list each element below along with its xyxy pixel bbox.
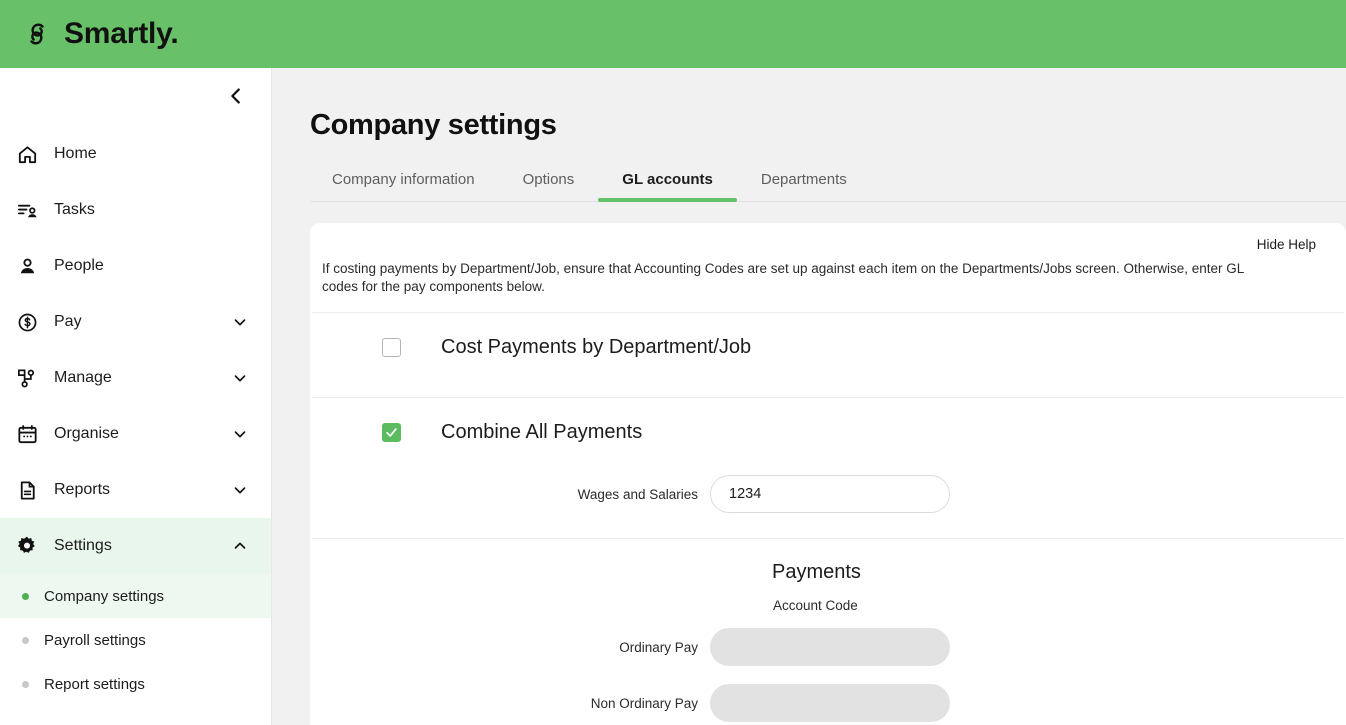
sidebar-item-company-settings[interactable]: Company settings — [0, 574, 271, 618]
app-root: Smartly. Home Tasks People Pay Manage Or… — [0, 0, 1346, 725]
non-ordinary-pay-row: Non Ordinary Pay — [310, 675, 1346, 725]
sidebar-item-label: Tasks — [54, 201, 95, 218]
tab-departments[interactable]: Departments — [737, 171, 871, 201]
wages-and-salaries-row: Wages and Salaries — [310, 466, 1346, 522]
tab-gl-accounts[interactable]: GL accounts — [598, 171, 737, 202]
cost-payments-label: Cost Payments by Department/Job — [441, 335, 752, 358]
combine-payments-label: Combine All Payments — [441, 420, 643, 443]
ordinary-pay-label: Ordinary Pay — [619, 639, 698, 655]
brand-logo[interactable]: Smartly. — [20, 17, 179, 51]
account-code-column-header: Account Code — [773, 598, 858, 614]
sidebar-subitem-label: Payroll settings — [44, 631, 146, 649]
cost-payments-checkbox-row: Cost Payments by Department/Job — [310, 313, 1346, 381]
sidebar-item-pay[interactable]: Pay — [0, 294, 271, 350]
wages-and-salaries-input[interactable] — [710, 475, 950, 514]
wages-and-salaries-label: Wages and Salaries — [577, 486, 698, 502]
sidebar-item-home[interactable]: Home — [0, 126, 271, 182]
sidebar-item-tasks[interactable]: Tasks — [0, 182, 271, 238]
org-chart-icon — [10, 364, 44, 392]
ordinary-pay-row: Ordinary Pay — [310, 619, 1346, 675]
combine-payments-checkbox-row: Combine All Payments — [310, 398, 1346, 466]
bullet-dot-icon — [22, 592, 29, 600]
check-icon — [386, 428, 397, 437]
tab-company-information[interactable]: Company information — [310, 171, 499, 201]
sidebar-item-label: Pay — [54, 313, 82, 330]
sidebar: Home Tasks People Pay Manage Organise Re… — [0, 68, 272, 725]
sidebar-subitem-label: Company settings — [44, 587, 165, 605]
help-description: If costing payments by Department/Job, e… — [322, 261, 1244, 295]
payments-section-title: Payments — [772, 561, 861, 584]
tab-options[interactable]: Options — [499, 171, 599, 201]
non-ordinary-pay-input[interactable] — [710, 684, 950, 723]
sidebar-item-settings[interactable]: Settings — [0, 518, 271, 574]
non-ordinary-pay-label: Non Ordinary Pay — [590, 695, 698, 711]
chevron-up-icon[interactable] — [231, 537, 249, 555]
smartly-spiral-logo-icon — [20, 17, 54, 51]
combine-payments-checkbox[interactable] — [382, 422, 401, 442]
sidebar-item-payroll-settings[interactable]: Payroll settings — [0, 618, 271, 662]
gl-accounts-card: Hide Help If costing payments by Departm… — [310, 223, 1346, 725]
sidebar-item-label: Manage — [54, 369, 112, 386]
sidebar-item-label: Organise — [54, 425, 119, 442]
top-header-bar: Smartly. — [0, 0, 1346, 68]
sidebar-item-organise[interactable]: Organise — [0, 406, 271, 462]
sidebar-item-label: Settings — [54, 537, 112, 554]
sidebar-collapse-row — [0, 68, 271, 126]
main-content: Company settings Company information Opt… — [272, 68, 1346, 725]
sidebar-item-reports[interactable]: Reports — [0, 462, 271, 518]
document-icon — [10, 476, 44, 504]
sidebar-item-label: People — [54, 257, 104, 274]
chevron-down-icon[interactable] — [231, 481, 249, 499]
ordinary-pay-input[interactable] — [710, 628, 950, 667]
sidebar-item-people[interactable]: People — [0, 238, 271, 294]
sidebar-item-label: Home — [54, 145, 97, 162]
cost-payments-checkbox[interactable] — [382, 337, 401, 357]
chevron-left-icon — [225, 85, 247, 110]
tasks-icon — [10, 196, 44, 224]
tab-bar: Company information Options GL accounts … — [310, 171, 1346, 202]
sidebar-item-label: Reports — [54, 481, 111, 498]
home-icon — [10, 140, 44, 168]
sidebar-item-manage[interactable]: Manage — [0, 350, 271, 406]
brand-name: Smartly. — [64, 17, 179, 50]
chevron-down-icon[interactable] — [231, 313, 249, 331]
divider — [312, 538, 1344, 540]
page-title: Company settings — [310, 109, 557, 141]
hide-help-link[interactable]: Hide Help — [1257, 237, 1316, 252]
sidebar-item-report-settings[interactable]: Report settings — [0, 662, 271, 706]
sidebar-collapse-button[interactable] — [223, 84, 249, 110]
chevron-down-icon[interactable] — [231, 425, 249, 443]
calendar-icon — [10, 420, 44, 448]
sidebar-subitem-label: Report settings — [44, 675, 145, 693]
chevron-down-icon[interactable] — [231, 369, 249, 387]
bullet-dot-icon — [22, 636, 29, 644]
help-toggle-row: Hide Help — [310, 237, 1346, 252]
dollar-coin-icon — [10, 308, 44, 336]
bullet-dot-icon — [22, 680, 29, 688]
person-icon — [10, 252, 44, 280]
gear-icon — [10, 532, 44, 560]
